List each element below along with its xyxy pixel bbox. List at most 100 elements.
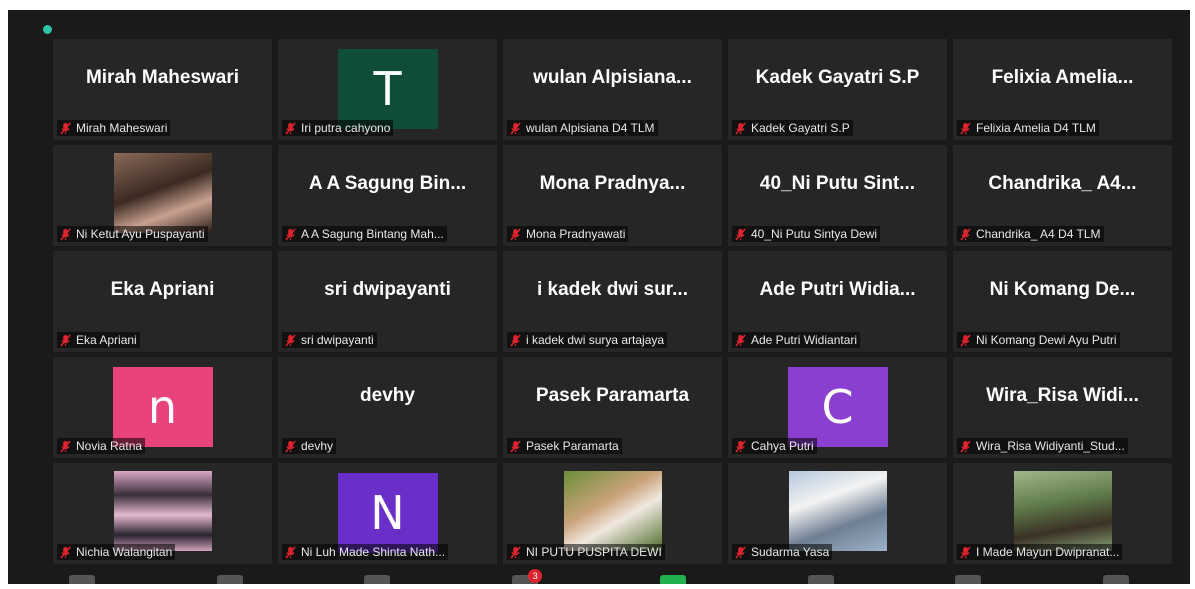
participant-display-name: Kadek Gayatri S.P — [755, 67, 920, 88]
mic-muted-icon — [735, 440, 746, 453]
breakout-rooms-button[interactable] — [807, 575, 834, 584]
reactions-button[interactable] — [1103, 575, 1130, 584]
participant-tile[interactable]: sri dwipayanti sri dwipayanti — [278, 251, 497, 352]
chat-badge: 3 — [528, 569, 543, 583]
participant-display-name: A A Sagung Bin... — [308, 173, 467, 194]
mic-muted-icon — [735, 334, 746, 347]
participant-tile[interactable]: Mirah Maheswari Mirah Maheswari — [53, 39, 272, 140]
profile-photo — [788, 471, 887, 551]
participant-name-tag: 40_Ni Putu Sintya Dewi — [732, 226, 881, 242]
participant-name: Sudarma Yasa — [751, 545, 830, 559]
participant-name-tag: Novia Ratna — [57, 438, 146, 454]
meeting-toolbar: 3 — [8, 569, 1190, 584]
participant-display-name: 40_Ni Putu Sint... — [759, 173, 916, 194]
participant-name: wulan Alpisiana D4 TLM — [526, 121, 655, 135]
mic-muted-icon — [510, 546, 521, 559]
participant-tile[interactable]: n Novia Ratna — [53, 357, 272, 458]
participant-name-tag: i kadek dwi surya artajaya — [507, 332, 668, 348]
participant-name: A A Sagung Bintang Mah... — [301, 227, 444, 241]
participant-tile[interactable]: Mona Pradnya... Mona Pradnyawati — [503, 145, 722, 246]
apps-button[interactable] — [955, 575, 982, 584]
mic-muted-icon — [960, 122, 971, 135]
participant-tile[interactable]: Chandrika_ A4... Chandrika_ A4 D4 TLM — [953, 145, 1172, 246]
mic-muted-icon — [735, 122, 746, 135]
participant-name: Mirah Maheswari — [76, 121, 168, 135]
participant-name: 40_Ni Putu Sintya Dewi — [751, 227, 878, 241]
participant-display-name: Mirah Maheswari — [85, 67, 240, 88]
participant-name: I Made Mayun Dwipranat... — [976, 545, 1120, 559]
mic-muted-icon — [960, 228, 971, 241]
mic-muted-icon — [285, 122, 296, 135]
profile-photo — [113, 153, 212, 233]
mic-muted-icon — [285, 228, 296, 241]
avatar: N — [337, 473, 438, 553]
participant-name-tag: Eka Apriani — [57, 332, 140, 348]
participant-name-tag: Felixia Amelia D4 TLM — [957, 120, 1099, 136]
participant-tile[interactable]: wulan Alpisiana... wulan Alpisiana D4 TLM — [503, 39, 722, 140]
participant-tile[interactable]: Pasek Paramarta Pasek Paramarta — [503, 357, 722, 458]
participant-display-name: Pasek Paramarta — [535, 385, 690, 406]
participant-tile[interactable]: Felixia Amelia... Felixia Amelia D4 TLM — [953, 39, 1172, 140]
participant-name: devhy — [301, 439, 334, 453]
meeting-window: Mirah Maheswari Mirah Maheswari T Iri putra… — [8, 10, 1190, 584]
participant-name: Mona Pradnyawati — [526, 227, 626, 241]
profile-photo — [563, 471, 662, 551]
participant-tile[interactable]: Eka Apriani Eka Apriani — [53, 251, 272, 352]
participant-name-tag: Sudarma Yasa — [732, 544, 833, 560]
participant-name-tag: devhy — [282, 438, 337, 454]
mic-muted-icon — [285, 334, 296, 347]
participant-name: Cahya Putri — [751, 439, 814, 453]
participant-name-tag: I Made Mayun Dwipranat... — [957, 544, 1123, 560]
participant-tile[interactable]: Wira_Risa Widi... Wira_Risa Widiyanti_Stu… — [953, 357, 1172, 458]
participant-display-name: Chandrika_ A4... — [988, 173, 1137, 194]
avatar: n — [112, 367, 213, 447]
polls-button[interactable] — [364, 575, 391, 584]
participant-name: Nichia Walangitan — [76, 545, 173, 559]
mic-muted-icon — [60, 440, 71, 453]
participant-name-tag: A A Sagung Bintang Mah... — [282, 226, 447, 242]
participant-tile[interactable]: 40_Ni Putu Sint... 40_Ni Putu Sintya Dewi — [728, 145, 947, 246]
participant-tile[interactable]: NI PUTU PUSPITA DEWI — [503, 463, 722, 564]
participant-name-tag: Wira_Risa Widiyanti_Stud... — [957, 438, 1128, 454]
participant-tile[interactable]: C Cahya Putri — [728, 357, 947, 458]
participant-name: Ni Luh Made Shinta Nath... — [301, 545, 446, 559]
participant-tile[interactable]: i kadek dwi sur... i kadek dwi surya arta… — [503, 251, 722, 352]
security-button[interactable] — [68, 575, 95, 584]
mic-muted-icon — [960, 546, 971, 559]
participants-button[interactable] — [216, 575, 243, 584]
participant-name: i kadek dwi surya artajaya — [526, 333, 665, 347]
participant-tile[interactable]: Sudarma Yasa — [728, 463, 947, 564]
participant-name: sri dwipayanti — [301, 333, 374, 347]
participant-display-name: sri dwipayanti — [324, 279, 451, 300]
participant-tile[interactable]: T Iri putra cahyono — [278, 39, 497, 140]
chat-button[interactable]: 3 — [512, 569, 543, 584]
participant-grid: Mirah Maheswari Mirah Maheswari T Iri putra… — [53, 39, 1172, 564]
participant-name: Eka Apriani — [76, 333, 137, 347]
participant-display-name: Felixia Amelia... — [991, 67, 1134, 88]
share-screen-button[interactable] — [659, 575, 686, 584]
mic-muted-icon — [60, 546, 71, 559]
participant-tile[interactable]: devhy devhy — [278, 357, 497, 458]
participant-tile[interactable]: N Ni Luh Made Shinta Nath... — [278, 463, 497, 564]
mic-muted-icon — [510, 122, 521, 135]
participant-tile[interactable]: Ni Ketut Ayu Puspayanti — [53, 145, 272, 246]
mic-muted-icon — [510, 334, 521, 347]
participant-tile[interactable]: I Made Mayun Dwipranat... — [953, 463, 1172, 564]
participant-name: Iri putra cahyono — [301, 121, 391, 135]
participant-tile[interactable]: Ade Putri Widia... Ade Putri Widiantari — [728, 251, 947, 352]
participant-tile[interactable]: Nichia Walangitan — [53, 463, 272, 564]
participant-display-name: devhy — [360, 385, 415, 406]
participant-name: Novia Ratna — [76, 439, 143, 453]
avatar: T — [337, 49, 438, 129]
participant-tile[interactable]: Kadek Gayatri S.P Kadek Gayatri S.P — [728, 39, 947, 140]
participant-name: Ni Komang Dewi Ayu Putri — [976, 333, 1117, 347]
participant-name-tag: Mona Pradnyawati — [507, 226, 629, 242]
participant-name: Wira_Risa Widiyanti_Stud... — [976, 439, 1125, 453]
participant-tile[interactable]: Ni Komang De... Ni Komang Dewi Ayu Putri — [953, 251, 1172, 352]
participant-tile[interactable]: A A Sagung Bin... A A Sagung Bintang Mah.… — [278, 145, 497, 246]
mic-muted-icon — [735, 228, 746, 241]
participant-display-name: Ade Putri Widia... — [759, 279, 916, 300]
participant-name-tag: Chandrika_ A4 D4 TLM — [957, 226, 1104, 242]
participant-name: Ade Putri Widiantari — [751, 333, 858, 347]
participant-name-tag: Cahya Putri — [732, 438, 817, 454]
